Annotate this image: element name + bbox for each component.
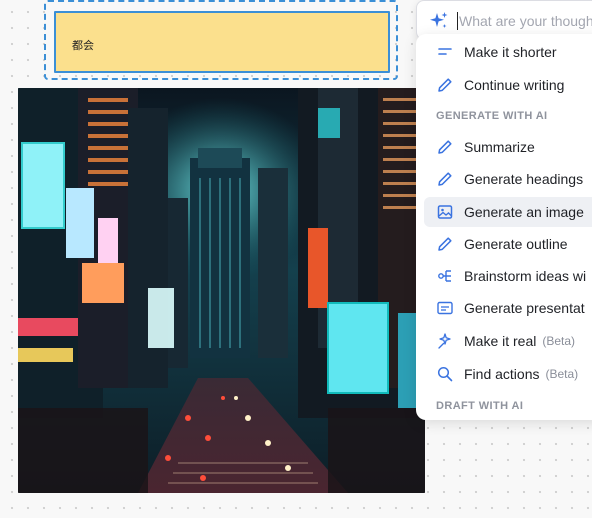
search-icon (437, 366, 453, 382)
presentation-icon (437, 301, 453, 315)
pencil-icon (438, 172, 452, 186)
menu-item-label: Generate presentat (464, 300, 585, 316)
ai-actions-menu: Make it shorter Continue writing GENERAT… (416, 34, 592, 420)
sticky-note-text: 都会 (72, 39, 94, 52)
beta-badge: (Beta) (542, 334, 576, 348)
generated-city-image[interactable] (18, 88, 425, 493)
shorten-lines-icon (438, 48, 452, 55)
menu-item-label: Generate outline (464, 236, 568, 252)
image-icon (437, 205, 453, 219)
menu-item-generate-headings[interactable]: Generate headings (424, 164, 592, 194)
sticky-note[interactable]: 都会 (54, 11, 390, 73)
menu-item-brainstorm-ideas[interactable]: Brainstorm ideas wi (424, 261, 592, 291)
menu-item-label: Summarize (464, 139, 535, 155)
menu-item-label: Make it shorter (464, 44, 557, 60)
ai-sparkle-icon (430, 12, 448, 28)
menu-item-label: Find actions (464, 366, 540, 382)
ai-prompt-input[interactable] (459, 9, 592, 33)
section-heading-draft: DRAFT WITH AI (436, 400, 524, 412)
pencil-icon (438, 237, 452, 251)
menu-item-label: Generate headings (464, 171, 584, 187)
city-illustration (18, 88, 425, 493)
menu-item-make-it-real[interactable]: Make it real (Beta) (424, 326, 592, 356)
menu-item-generate-presentation[interactable]: Generate presentat (424, 293, 592, 323)
sticky-note-selection[interactable]: 都会 (44, 0, 398, 80)
menu-item-label: Make it real (464, 333, 537, 349)
menu-item-continue-writing[interactable]: Continue writing (424, 70, 592, 100)
menu-item-label: Continue writing (464, 77, 565, 93)
beta-badge: (Beta) (545, 367, 579, 381)
menu-item-generate-outline[interactable]: Generate outline (424, 229, 592, 259)
pencil-icon (438, 140, 452, 154)
menu-item-find-actions[interactable]: Find actions (Beta) (424, 359, 592, 389)
menu-item-generate-image[interactable]: Generate an image (424, 197, 592, 227)
pencil-icon (438, 78, 452, 92)
menu-item-label: Brainstorm ideas wi (464, 268, 587, 284)
magic-wand-icon (438, 333, 451, 349)
section-heading-generate: GENERATE WITH AI (436, 110, 548, 122)
menu-item-label: Generate an image (464, 204, 584, 220)
menu-item-make-shorter[interactable]: Make it shorter (424, 37, 592, 67)
text-caret (457, 12, 458, 30)
mindmap-icon (438, 270, 451, 282)
menu-item-summarize[interactable]: Summarize (424, 132, 592, 162)
